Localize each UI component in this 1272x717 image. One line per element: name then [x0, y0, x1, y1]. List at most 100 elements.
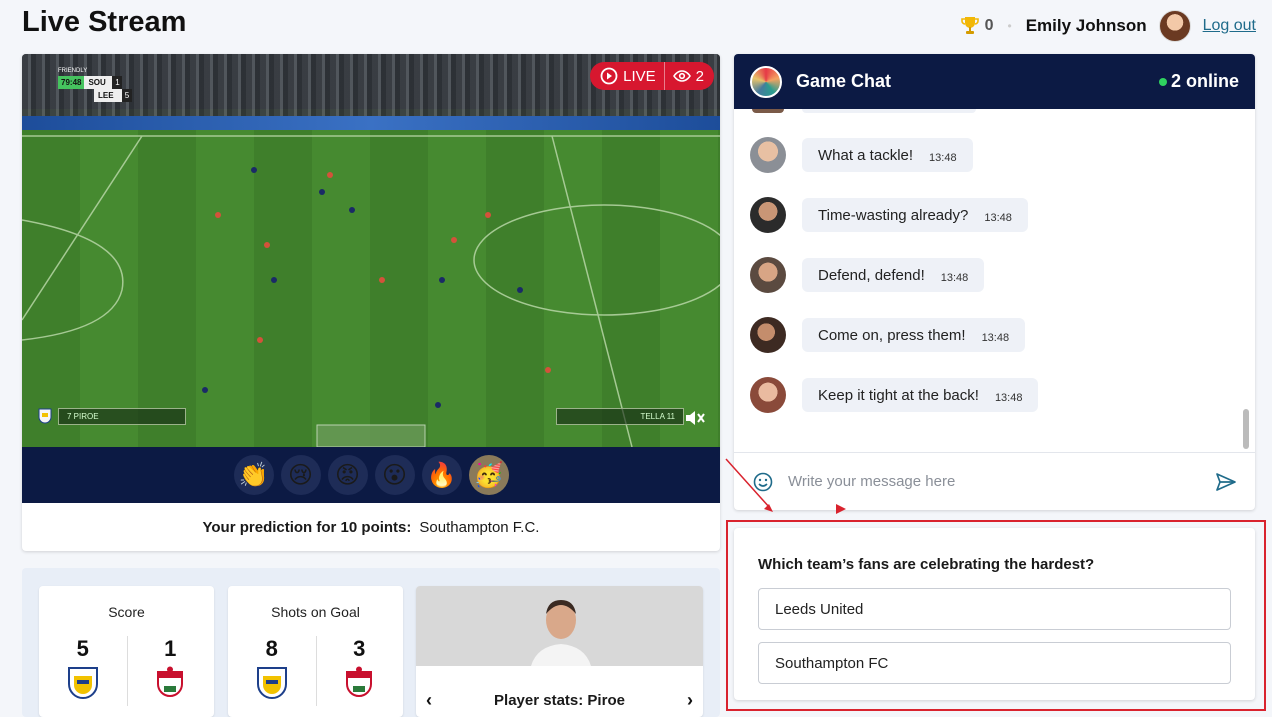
home-team-score: 1: [112, 76, 123, 89]
right-player-tag: TELLA 11: [556, 408, 684, 425]
shots-home: 8: [265, 636, 278, 661]
left-player-tag: 7 PIROE: [58, 408, 186, 425]
points-display: 0: [960, 16, 994, 36]
score-card: Score 5 1: [39, 586, 214, 717]
online-count: 2 online: [1170, 71, 1239, 91]
message-time: 13:48: [940, 272, 969, 284]
message-text: Keep it tight at the back!: [818, 386, 979, 404]
message-bubble: What a tackle! 13:48: [802, 138, 973, 172]
emoji-icon[interactable]: [752, 471, 774, 493]
prediction-row: Your prediction for 10 points: Southampt…: [22, 503, 720, 551]
message-list[interactable]: What a tackle! 13:48 Time-wasting alread…: [734, 109, 1255, 452]
badge-divider: [663, 62, 665, 90]
shots-title: Shots on Goal: [271, 604, 360, 620]
chat-message: Come on, press them! 13:48: [750, 317, 1026, 353]
video-player[interactable]: FRIENDLY 79:48 SOU 1 LEE 5 LIVE 2 7 PIRO…: [22, 54, 720, 447]
player-portrait-icon: [531, 600, 591, 666]
player-photo: [416, 586, 703, 666]
page-title: Live Stream: [22, 6, 187, 38]
reaction-clap-button[interactable]: 👏: [233, 455, 274, 495]
prediction-value: Southampton F.C.: [419, 518, 540, 536]
message-bubble: Time-wasting already? 13:48: [802, 198, 1028, 232]
southampton-crest-icon: [346, 666, 373, 697]
logout-link[interactable]: Log out: [1203, 17, 1256, 35]
shots-card: Shots on Goal 8 3: [228, 586, 403, 717]
message-time: 13:48: [981, 332, 1010, 344]
avatar: [752, 109, 784, 113]
leeds-crest-icon: [67, 667, 98, 699]
message-text: Time-wasting already?: [818, 206, 969, 224]
reaction-fire-button[interactable]: 🔥: [421, 455, 462, 495]
message-bubble: Defend, defend! 13:48: [802, 258, 985, 292]
avatar: [750, 137, 786, 173]
message-text: What a tackle!: [818, 146, 914, 164]
message-text: Come on, press them!: [818, 326, 966, 344]
leeds-crest-icon: [38, 408, 52, 424]
chat-scrollbar[interactable]: [1243, 409, 1249, 449]
message-bubble: Keep it tight at the back! 13:48: [802, 378, 1039, 412]
live-badge: LIVE 2: [590, 62, 714, 90]
southampton-crest-icon: [157, 666, 184, 697]
home-team-code: SOU: [84, 76, 113, 89]
trophy-icon: [960, 17, 979, 34]
mute-icon[interactable]: [684, 408, 706, 428]
away-team-code: LEE: [94, 89, 122, 102]
advertising-board: [22, 116, 720, 130]
scorebug: FRIENDLY 79:48 SOU 1 LEE 5: [58, 68, 132, 102]
match-clock: 79:48: [58, 76, 85, 89]
message-time: 13:48: [994, 392, 1023, 404]
avatar: [750, 317, 786, 353]
away-team-score: 5: [122, 89, 132, 102]
reaction-angry-button[interactable]: 😡: [327, 455, 368, 495]
poll-question: Which team’s fans are celebrating the ha…: [758, 556, 1095, 573]
separator-dot: •: [1007, 19, 1012, 33]
avatar: [750, 197, 786, 233]
chat-message: Defend, defend! 13:48: [750, 257, 985, 293]
chat-logo: [750, 65, 782, 98]
shots-away: 3: [353, 636, 366, 661]
pitch-lines: [22, 135, 720, 447]
message-bubble: [802, 109, 976, 113]
online-dot-icon: [1158, 77, 1167, 86]
chevron-right-icon[interactable]: ›: [687, 690, 693, 711]
stats-area: Score 5 1 Shots on Goal 8 3 ‹ Player sta…: [22, 568, 720, 717]
poll-option-leeds[interactable]: Leeds United: [758, 588, 1231, 630]
player-stats-card: ‹ Player stats: Piroe ›: [416, 586, 703, 717]
leeds-crest-icon: [256, 667, 287, 699]
username: Emily Johnson: [1025, 16, 1147, 35]
chat-panel: Game Chat 2 online What a tackle! 13:48 …: [734, 54, 1255, 510]
score-title: Score: [108, 604, 145, 620]
points-value: 0: [984, 17, 994, 34]
video-card: FRIENDLY 79:48 SOU 1 LEE 5 LIVE 2 7 PIRO…: [22, 54, 720, 551]
chat-message: What a tackle! 13:48: [750, 137, 973, 173]
player-stats-title: Player stats: Piroe: [494, 692, 625, 709]
reaction-cry-button[interactable]: 😢: [280, 455, 321, 495]
chat-title: Game Chat: [796, 71, 892, 91]
chat-message: Time-wasting already? 13:48: [750, 197, 1028, 233]
message-bubble: Come on, press them! 13:48: [802, 318, 1026, 352]
message-composer: [734, 452, 1255, 510]
prediction-label: Your prediction for 10 points:: [202, 518, 412, 536]
user-bar: 0 • Emily Johnson Log out: [960, 10, 1256, 42]
send-icon[interactable]: [1215, 471, 1237, 493]
chevron-left-icon[interactable]: ‹: [426, 690, 432, 711]
live-label: LIVE: [623, 67, 656, 85]
message-time: 13:48: [984, 212, 1012, 224]
avatar: [750, 377, 786, 413]
player-nav: ‹ Player stats: Piroe ›: [416, 690, 703, 711]
reaction-bar: 👏 😢 😡 😮 🔥 🥳: [22, 447, 720, 503]
chat-header: Game Chat 2 online: [734, 54, 1255, 109]
reaction-party-button[interactable]: 🥳: [468, 455, 509, 495]
reaction-surprised-button[interactable]: 😮: [374, 455, 415, 495]
online-status: 2 online: [1158, 71, 1239, 92]
score-home: 5: [76, 636, 89, 661]
user-avatar[interactable]: [1158, 10, 1191, 42]
competition-label: FRIENDLY: [58, 68, 88, 74]
play-circle-icon: [600, 67, 618, 85]
message-input[interactable]: [788, 473, 1215, 490]
poll-option-southampton[interactable]: Southampton FC: [758, 642, 1231, 684]
viewer-count: 2: [695, 67, 704, 85]
poll-card: Which team’s fans are celebrating the ha…: [734, 528, 1255, 700]
chat-message: Keep it tight at the back! 13:48: [750, 377, 1039, 413]
avatar: [750, 257, 786, 293]
